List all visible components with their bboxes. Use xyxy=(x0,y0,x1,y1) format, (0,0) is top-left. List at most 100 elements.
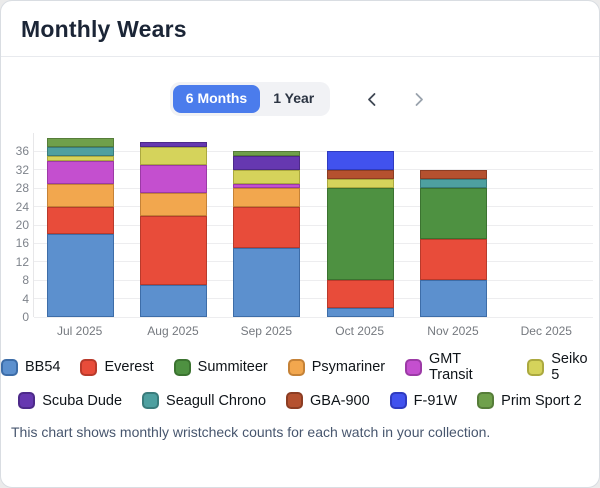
y-tick-label-4: 4 xyxy=(22,291,29,306)
y-tick-label-12: 12 xyxy=(15,254,29,269)
bar-segment-prim-sport-2[interactable] xyxy=(47,137,115,147)
bar-slot-aug-2025 xyxy=(127,133,220,317)
bar-segment-everest[interactable] xyxy=(419,238,487,281)
x-tick-label-sep-2025: Sep 2025 xyxy=(240,324,293,338)
legend-item-gmt-transit[interactable]: GMT Transit xyxy=(405,351,507,383)
bar-segment-seiko-5[interactable] xyxy=(326,179,394,189)
toggle-1-year[interactable]: 1 Year xyxy=(260,85,327,112)
x-tick-label-jul-2025: Jul 2025 xyxy=(56,324,103,338)
bar-segment-seagull-chrono[interactable] xyxy=(419,179,487,189)
legend-label: Prim Sport 2 xyxy=(501,392,582,409)
bar-segment-gba-900[interactable] xyxy=(326,169,394,180)
legend-label: Seiko 5 xyxy=(551,351,588,383)
y-tick-label-20: 20 xyxy=(15,218,29,232)
y-tick-label-36: 36 xyxy=(15,144,29,159)
y-tick-label-8: 8 xyxy=(22,273,29,288)
bar-segment-bb54[interactable] xyxy=(47,234,115,317)
bar-segment-psymariner[interactable] xyxy=(233,188,301,207)
legend-item-summiteer[interactable]: Summiteer xyxy=(173,351,268,383)
x-tick-label-dec-2025: Dec 2025 xyxy=(520,324,572,338)
bar-segment-everest[interactable] xyxy=(326,280,394,308)
chart-controls: 6 Months 1 Year xyxy=(1,82,599,116)
bar-segment-seiko-5[interactable] xyxy=(233,169,301,184)
bar-slot-sep-2025 xyxy=(220,133,313,317)
legend-label: BB54 xyxy=(25,359,61,375)
month-nav xyxy=(360,88,430,110)
legend-label: Seagull Chrono xyxy=(166,392,267,409)
prev-period-button[interactable] xyxy=(360,88,382,110)
bar-segment-seiko-5[interactable] xyxy=(140,146,208,166)
legend-item-everest[interactable]: Everest xyxy=(80,351,154,383)
bar-segment-f-91w[interactable] xyxy=(326,151,394,170)
legend-swatch-icon xyxy=(1,358,18,376)
legend-swatch-icon xyxy=(405,358,422,376)
card-header: Monthly Wears xyxy=(1,1,599,57)
chart-area: 0 4 8 12 16 20 24 28 32 36 Jul 2025 Aug 2025 Sep 20… xyxy=(7,133,593,338)
bar-segment-everest[interactable] xyxy=(140,215,208,285)
legend-item-prim-sport-2[interactable]: Prim Sport 2 xyxy=(477,392,582,409)
bar-segment-summiteer[interactable] xyxy=(326,188,394,281)
legend-item-bb54[interactable]: BB54 xyxy=(1,351,60,383)
bar-segment-psymariner[interactable] xyxy=(47,183,115,207)
legend-swatch-icon xyxy=(389,392,407,409)
legend-label: GBA-900 xyxy=(310,392,370,409)
bar-segment-seagull-chrono[interactable] xyxy=(47,146,115,157)
legend-label: Psymariner xyxy=(311,359,386,375)
legend-label: Scuba Dude xyxy=(42,392,123,409)
legend-swatch-icon xyxy=(477,392,495,409)
stacked-bar-aug-2025 xyxy=(140,142,208,317)
legend-swatch-icon xyxy=(287,358,305,376)
legend-swatch-icon xyxy=(527,358,545,376)
bar-segment-bb54[interactable] xyxy=(233,248,301,317)
legend-item-seagull-chrono[interactable]: Seagull Chrono xyxy=(142,392,266,409)
y-tick-label-24: 24 xyxy=(15,199,29,214)
stacked-bar-oct-2025 xyxy=(326,151,394,317)
plot-area xyxy=(33,133,593,318)
bars-layer xyxy=(34,133,593,317)
legend-item-seiko-5[interactable]: Seiko 5 xyxy=(527,351,599,383)
bar-segment-gba-900[interactable] xyxy=(419,169,487,180)
bar-segment-bb54[interactable] xyxy=(140,284,208,317)
bar-segment-scuba-dude[interactable] xyxy=(233,156,301,170)
legend-swatch-icon xyxy=(80,358,98,376)
bar-segment-gmt-transit[interactable] xyxy=(140,165,208,193)
legend-item-gba-900[interactable]: GBA-900 xyxy=(286,392,370,409)
bar-segment-bb54[interactable] xyxy=(326,307,394,317)
bar-segment-everest[interactable] xyxy=(47,206,115,235)
x-tick-label-oct-2025: Oct 2025 xyxy=(335,324,384,338)
chevron-left-icon xyxy=(367,92,376,106)
legend-label: F-91W xyxy=(413,392,458,409)
card-footer: This chart shows monthly wristcheck coun… xyxy=(11,424,587,440)
legend-item-scuba-dude[interactable]: Scuba Dude xyxy=(18,392,122,409)
chart-caption: This chart shows monthly wristcheck coun… xyxy=(11,424,491,440)
legend-item-psymariner[interactable]: Psymariner xyxy=(287,351,386,383)
bar-slot-nov-2025 xyxy=(407,133,500,317)
x-tick-label-aug-2025: Aug 2025 xyxy=(147,324,199,338)
bar-segment-bb54[interactable] xyxy=(419,280,487,317)
legend-swatch-icon xyxy=(18,392,36,409)
stacked-bar-sep-2025 xyxy=(233,151,301,317)
legend-label: Everest xyxy=(104,359,154,375)
legend-swatch-icon xyxy=(142,392,160,409)
legend-label: Summiteer xyxy=(197,359,268,375)
legend-row-1: BB54 Everest Summiteer Psymariner GMT Transi… xyxy=(1,351,599,383)
y-tick-label-28: 28 xyxy=(15,181,29,196)
toggle-6-months[interactable]: 6 Months xyxy=(172,85,261,113)
legend-label: GMT Transit xyxy=(428,351,473,383)
bar-segment-gmt-transit[interactable] xyxy=(47,160,115,184)
bar-segment-everest[interactable] xyxy=(233,206,301,248)
chart-legend: BB54 Everest Summiteer Psymariner GMT Transi… xyxy=(1,351,599,409)
stacked-bar-nov-2025 xyxy=(419,169,487,317)
y-tick-label-32: 32 xyxy=(15,162,29,177)
next-period-button[interactable] xyxy=(408,88,430,110)
bar-slot-jul-2025 xyxy=(34,133,127,317)
x-tick-label-nov-2025: Nov 2025 xyxy=(427,324,479,338)
bar-segment-psymariner[interactable] xyxy=(140,192,208,216)
stacked-bar-jul-2025 xyxy=(47,137,115,317)
bar-segment-summiteer[interactable] xyxy=(419,188,487,239)
x-axis: Jul 2025 Aug 2025 Sep 2025 Oct 2025 Nov 2025… xyxy=(33,324,593,338)
legend-swatch-icon xyxy=(173,358,191,376)
page-title: Monthly Wears xyxy=(21,16,187,42)
y-tick-label-16: 16 xyxy=(15,236,29,251)
legend-item-f-91w[interactable]: F-91W xyxy=(389,392,458,409)
